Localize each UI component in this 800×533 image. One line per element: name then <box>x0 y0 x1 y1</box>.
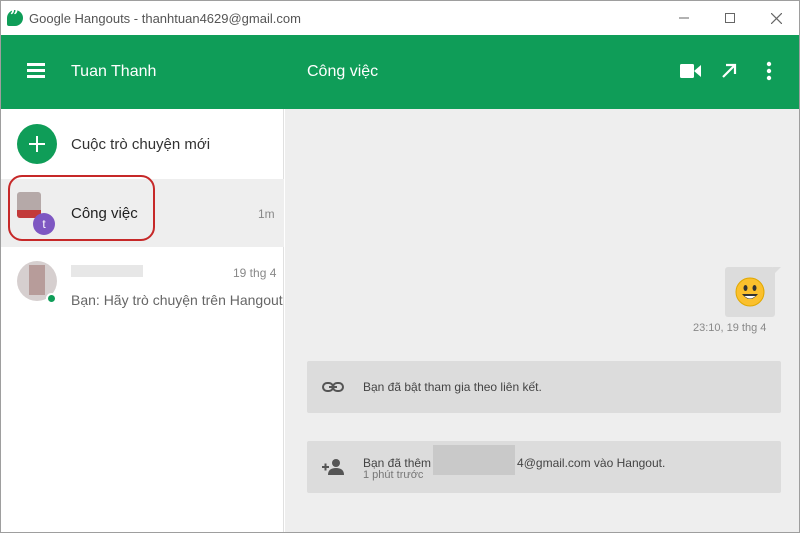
online-status-indicator <box>46 293 57 304</box>
video-call-button[interactable] <box>679 59 703 83</box>
video-call-icon <box>680 64 701 78</box>
conversation-list-panel: Cuộc trò chuyện mới t Công việc 1m 19 th… <box>1 109 284 532</box>
title-bar: Google Hangouts - thanhtuan4629@gmail.co… <box>1 1 799 35</box>
hangouts-logo-icon <box>7 7 23 26</box>
add-icon <box>17 124 57 164</box>
message-timestamp: 23:10, 19 thg 4 <box>693 322 767 334</box>
window-controls <box>661 1 799 35</box>
menu-icon[interactable] <box>27 63 45 78</box>
window-title: Google Hangouts - thanhtuan4629@gmail.co… <box>29 10 301 26</box>
event-text-suffix: 4@gmail.com vào Hangout. <box>517 456 666 471</box>
app-header: Tuan Thanh Công việc <box>1 35 799 109</box>
conversation-time: 1m <box>258 207 275 221</box>
event-text: Bạn đã bật tham gia theo liên kết. <box>363 380 542 394</box>
conversation-title: Công việc <box>307 63 379 80</box>
pop-out-button[interactable] <box>717 59 741 83</box>
event-member-added: Bạn đã thêm 4@gmail.com vào Hangout. 1 ph… <box>307 441 781 493</box>
close-icon <box>770 12 782 24</box>
redacted-contact-name <box>71 265 143 277</box>
conversation-time: 19 thg 4 <box>233 266 277 280</box>
maximize-button[interactable] <box>707 1 753 35</box>
more-options-icon <box>766 61 772 81</box>
hangouts-window: Google Hangouts - thanhtuan4629@gmail.co… <box>0 0 800 533</box>
chat-panel: 23:10, 19 thg 4 Bạn đã bật tham gia theo… <box>285 109 799 532</box>
minimize-button[interactable] <box>661 1 707 35</box>
add-person-icon <box>322 459 344 475</box>
user-name: Tuan Thanh <box>71 63 157 80</box>
message-bubble <box>725 267 781 317</box>
conversation-item-contact[interactable]: 19 thg 4 Bạn: Hãy trò chuyện trên Hangou… <box>1 249 284 329</box>
conversation-preview: Bạn: Hãy trò chuyện trên Hangout <box>71 292 283 308</box>
smiley-emoji-icon <box>735 277 765 307</box>
event-subtext: 1 phút trước <box>363 469 424 481</box>
maximize-icon <box>725 13 735 23</box>
new-conversation-button[interactable]: Cuộc trò chuyện mới <box>1 109 284 179</box>
new-conversation-label: Cuộc trò chuyện mới <box>71 136 211 153</box>
close-button[interactable] <box>753 1 799 35</box>
minimize-icon <box>679 17 689 19</box>
pop-out-icon <box>722 63 737 78</box>
more-options-button[interactable] <box>757 59 781 83</box>
redacted-email <box>433 445 516 475</box>
event-link-join: Bạn đã bật tham gia theo liên kết. <box>307 361 781 413</box>
highlight-annotation <box>8 175 155 241</box>
link-icon <box>322 382 344 392</box>
